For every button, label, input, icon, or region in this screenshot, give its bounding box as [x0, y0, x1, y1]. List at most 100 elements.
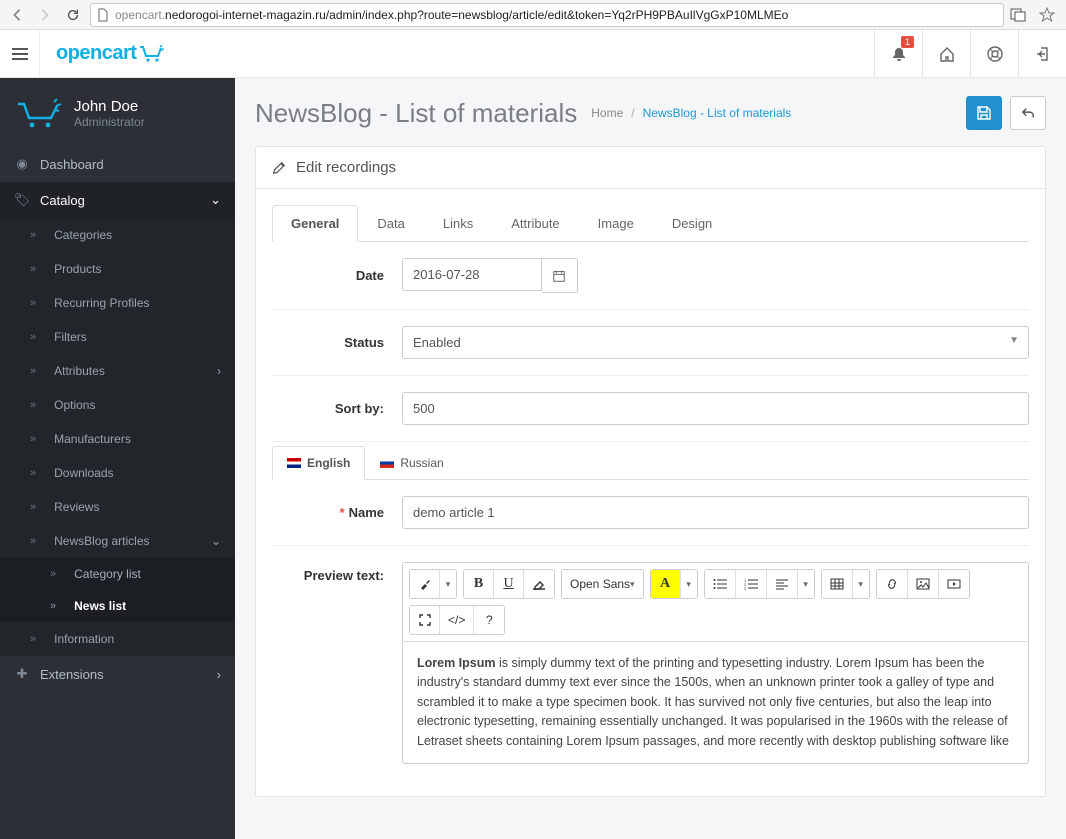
crumb-home[interactable]: Home [591, 106, 623, 120]
chevron-right-icon: › [217, 364, 221, 378]
submenu-products[interactable]: Products [0, 252, 235, 286]
lifebuoy-icon [987, 46, 1003, 62]
chevron-down-icon: ⌄ [210, 192, 221, 208]
tag-icon: 🏷 [14, 192, 30, 208]
menu-dashboard[interactable]: ◉Dashboard [0, 146, 235, 182]
eraser-icon [532, 578, 546, 590]
logo[interactable]: opencart [40, 42, 180, 65]
calendar-button[interactable] [542, 258, 578, 293]
tool-format-drop[interactable]: ▾ [440, 570, 456, 598]
calendar-icon [552, 269, 566, 283]
tab-links[interactable]: Links [424, 205, 492, 242]
url-bar[interactable]: opencart.nedorogoi-internet-magazin.ru/a… [90, 3, 1004, 27]
tool-list-ul[interactable] [705, 570, 736, 598]
submenu-newsblog[interactable]: NewsBlog articles⌄ [0, 524, 235, 558]
flag-en-icon [287, 458, 301, 468]
label-date: Date [272, 268, 402, 283]
submenu-manufacturers[interactable]: Manufacturers [0, 422, 235, 456]
lang-tab-russian[interactable]: Russian [365, 446, 458, 480]
sidebar: John Doe Administrator ◉Dashboard 🏷Catal… [0, 78, 235, 839]
tool-bold[interactable]: B [464, 570, 494, 598]
puzzle-icon: ✚ [14, 666, 30, 682]
tab-attribute[interactable]: Attribute [492, 205, 578, 242]
tool-font-color-drop[interactable]: ▾ [681, 570, 697, 598]
sidebar-toggle[interactable] [0, 30, 40, 78]
subsubmenu-category-list[interactable]: Category list [0, 558, 235, 590]
tool-help[interactable]: ? [474, 606, 504, 634]
list-ul-icon [713, 578, 727, 590]
editor-body: is simply dummy text of the printing and… [417, 656, 1009, 748]
tool-align-drop[interactable]: ▾ [798, 570, 814, 598]
dashboard-icon: ◉ [14, 156, 30, 172]
reload-button[interactable] [62, 4, 84, 26]
tool-fullscreen[interactable] [410, 606, 440, 634]
url-prefix: opencart. [115, 8, 165, 22]
page-icon [97, 8, 109, 22]
home-button[interactable] [922, 30, 970, 78]
notifications-button[interactable]: 1 [874, 30, 922, 78]
tool-codeview[interactable]: </> [440, 606, 474, 634]
tool-table-drop[interactable]: ▾ [853, 570, 869, 598]
sort-input[interactable] [402, 392, 1029, 425]
crumb-current[interactable]: NewsBlog - List of materials [643, 106, 792, 120]
nav-forward-button[interactable] [34, 4, 56, 26]
label-status: Status [272, 335, 402, 350]
label-sort: Sort by: [272, 401, 402, 416]
tab-general[interactable]: General [272, 205, 358, 242]
tool-table[interactable] [822, 570, 853, 598]
page-header: NewsBlog - List of materials Home / News… [235, 78, 1066, 140]
tool-video[interactable] [939, 570, 969, 598]
status-select[interactable]: Enabled [402, 326, 1029, 359]
submenu-recurring[interactable]: Recurring Profiles [0, 286, 235, 320]
tool-align[interactable] [767, 570, 798, 598]
svg-text:3: 3 [744, 586, 747, 590]
submenu-categories[interactable]: Categories [0, 218, 235, 252]
submenu-filters[interactable]: Filters [0, 320, 235, 354]
tool-format[interactable] [410, 570, 440, 598]
tool-link[interactable] [877, 570, 908, 598]
home-icon [939, 46, 955, 62]
panel-heading: Edit recordings [256, 147, 1045, 189]
tab-data[interactable]: Data [358, 205, 423, 242]
menu-extensions[interactable]: ✚Extensions› [0, 656, 235, 692]
video-icon [947, 578, 961, 590]
translate-icon[interactable] [1010, 7, 1028, 23]
submenu-information[interactable]: Information [0, 622, 235, 656]
wysiwyg-editor: ▾ B U Open Sans A▾ 123 [402, 562, 1029, 764]
tool-image[interactable] [908, 570, 939, 598]
help-button[interactable] [970, 30, 1018, 78]
editor-content[interactable]: Lorem Ipsum is simply dummy text of the … [403, 642, 1028, 763]
cart-icon [138, 45, 164, 63]
tool-list-ol[interactable]: 123 [736, 570, 767, 598]
back-button[interactable] [1010, 96, 1046, 130]
save-button[interactable] [966, 96, 1002, 130]
bookmark-star-icon[interactable] [1034, 4, 1060, 26]
save-icon [976, 105, 992, 121]
submenu-options[interactable]: Options [0, 388, 235, 422]
tab-design[interactable]: Design [653, 205, 731, 242]
link-icon [885, 578, 899, 590]
url-text: nedorogoi-internet-magazin.ru/admin/inde… [165, 8, 788, 22]
nav-back-button[interactable] [6, 4, 28, 26]
tool-underline[interactable]: U [494, 570, 524, 598]
submenu-attributes[interactable]: Attributes› [0, 354, 235, 388]
submenu-downloads[interactable]: Downloads [0, 456, 235, 490]
tool-font-color[interactable]: A [651, 570, 681, 598]
logo-text: opencart [56, 42, 136, 65]
submenu-reviews[interactable]: Reviews [0, 490, 235, 524]
date-input[interactable] [402, 258, 542, 291]
page-title: NewsBlog - List of materials [255, 98, 577, 129]
tab-image[interactable]: Image [579, 205, 653, 242]
logout-button[interactable] [1018, 30, 1066, 78]
language-tabs: English Russian [272, 446, 1029, 480]
subsubmenu-news-list[interactable]: News list [0, 590, 235, 622]
reply-icon [1021, 106, 1035, 120]
user-role: Administrator [74, 115, 145, 129]
tool-font-family[interactable]: Open Sans [562, 570, 643, 598]
lang-tab-english[interactable]: English [272, 446, 365, 480]
menu-catalog[interactable]: 🏷Catalog⌄ [0, 182, 235, 218]
name-input[interactable] [402, 496, 1029, 529]
tool-eraser[interactable] [524, 570, 554, 598]
main-content: NewsBlog - List of materials Home / News… [235, 78, 1066, 839]
label-name: *Name [272, 505, 402, 520]
